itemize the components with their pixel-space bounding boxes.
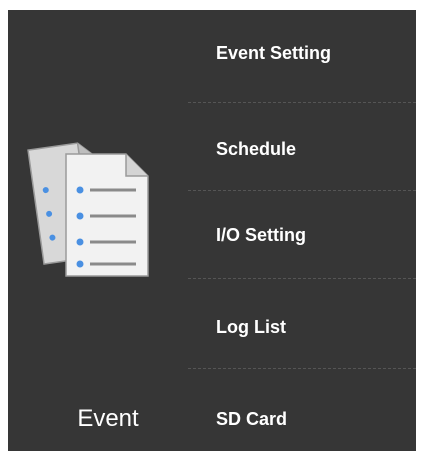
menu-item-sd-card[interactable]: SD Card xyxy=(188,376,416,462)
document-list-icon xyxy=(27,142,149,277)
menu-item-label: Schedule xyxy=(216,138,297,159)
menu-item-label: I/O Setting xyxy=(216,224,306,245)
menu-item-schedule[interactable]: Schedule xyxy=(188,106,416,192)
menu-item-io-setting[interactable]: I/O Setting xyxy=(188,192,416,278)
menu-item-label: Event Setting xyxy=(216,42,332,63)
menu-item-log-list[interactable]: Log List xyxy=(188,284,416,370)
menu-divider xyxy=(188,190,416,191)
event-menu-panel: Event Event Setting Schedule I/O Setting… xyxy=(8,10,416,451)
event-submenu: Event Setting Schedule I/O Setting Log L… xyxy=(188,10,416,451)
category-label: Event xyxy=(77,405,139,432)
menu-item-label: SD Card xyxy=(216,408,288,429)
menu-divider xyxy=(188,102,416,103)
menu-divider xyxy=(188,368,416,369)
menu-item-event-setting[interactable]: Event Setting xyxy=(188,10,416,96)
menu-divider xyxy=(188,278,416,279)
menu-item-label: Log List xyxy=(216,316,286,337)
